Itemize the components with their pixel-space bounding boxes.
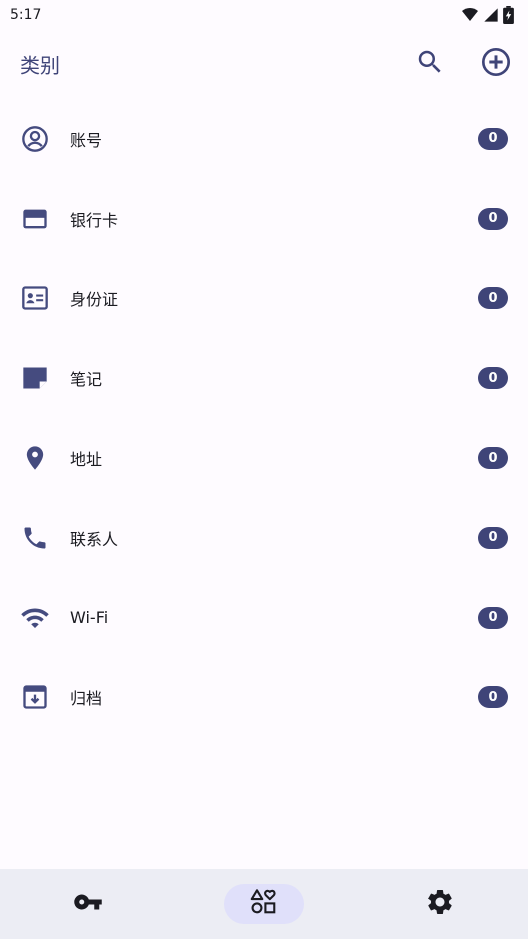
page-title: 类别: [20, 53, 60, 78]
count-badge: 0: [478, 526, 508, 549]
category-label: 身份证: [70, 290, 119, 310]
category-label: 地址: [70, 450, 103, 470]
status-icons: [461, 6, 514, 24]
nav-item-settings[interactable]: [400, 884, 480, 924]
key-icon: [73, 887, 103, 921]
nav-item-passwords[interactable]: [48, 884, 128, 924]
cellular-signal-icon: [483, 7, 499, 23]
note-icon: [20, 363, 50, 393]
category-item-wifi[interactable]: Wi-Fi 0: [0, 578, 528, 658]
category-label: Wi-Fi: [70, 608, 109, 628]
id-card-icon: [20, 283, 50, 313]
top-app-bar: 类别: [0, 30, 528, 98]
wifi-icon: [20, 603, 50, 633]
count-badge: 0: [478, 686, 508, 709]
search-icon: [415, 47, 445, 81]
category-item-addresses[interactable]: 地址 0: [0, 418, 528, 498]
settings-gear-icon: [425, 887, 455, 921]
category-item-contacts[interactable]: 联系人 0: [0, 498, 528, 578]
category-list: 账号 0 银行卡 0 身份证 0 笔记 0 地址 0 联系人 0 Wi-Fi 0…: [0, 99, 528, 737]
category-label: 联系人: [70, 529, 119, 549]
bottom-navigation: [0, 869, 528, 939]
wifi-icon: [461, 7, 479, 23]
category-item-archive[interactable]: 归档 0: [0, 658, 528, 738]
count-badge: 0: [478, 287, 508, 310]
category-item-bank-cards[interactable]: 银行卡 0: [0, 179, 528, 259]
category-label: 账号: [70, 130, 103, 150]
archive-icon: [20, 682, 50, 712]
category-item-id-cards[interactable]: 身份证 0: [0, 259, 528, 339]
add-circle-icon: [480, 46, 512, 82]
credit-card-icon: [20, 204, 50, 234]
count-badge: 0: [478, 367, 508, 390]
search-button[interactable]: [410, 44, 450, 84]
status-bar: 5:17: [0, 0, 528, 30]
status-time: 5:17: [10, 7, 42, 23]
count-badge: 0: [478, 606, 508, 629]
count-badge: 0: [478, 447, 508, 470]
count-badge: 0: [478, 127, 508, 150]
location-pin-icon: [20, 443, 50, 473]
category-label: 笔记: [70, 370, 103, 390]
count-badge: 0: [478, 207, 508, 230]
category-label: 银行卡: [70, 210, 119, 230]
phone-icon: [20, 523, 50, 553]
add-category-button[interactable]: [476, 44, 516, 84]
category-label: 归档: [70, 689, 103, 709]
nav-item-categories[interactable]: [224, 884, 304, 924]
category-item-accounts[interactable]: 账号 0: [0, 99, 528, 179]
category-item-notes[interactable]: 笔记 0: [0, 338, 528, 418]
battery-charging-icon: [503, 6, 514, 24]
account-circle-icon: [20, 124, 50, 154]
categories-icon: [250, 888, 278, 920]
